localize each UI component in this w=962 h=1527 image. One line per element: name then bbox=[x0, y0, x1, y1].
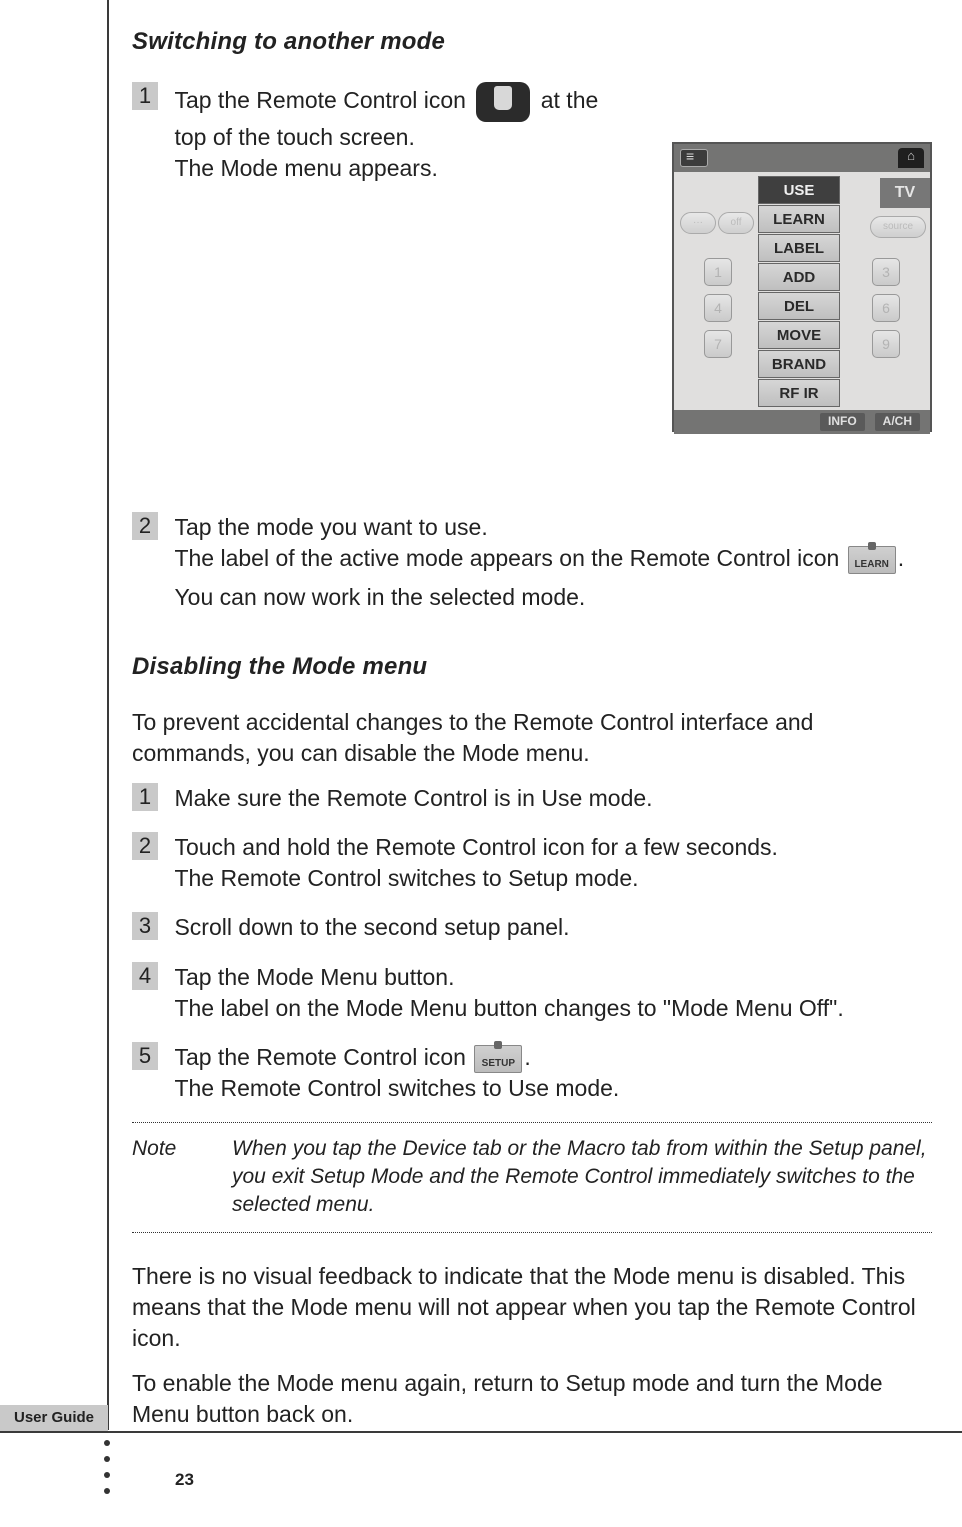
figure-bottombar: INFO A/CH bbox=[674, 410, 930, 434]
step-number: 3 bbox=[132, 912, 158, 940]
page-content: Switching to another mode 1 Tap the Remo… bbox=[132, 28, 932, 1444]
mode-menu-figure: ⌂ TV ··· off source USE LEARN LABEL ADD … bbox=[672, 142, 932, 432]
keypad-9: 9 bbox=[872, 330, 900, 358]
home-icon: ⌂ bbox=[898, 148, 924, 168]
softkey-info: INFO bbox=[820, 413, 865, 431]
vertical-rule bbox=[107, 0, 109, 1430]
step-text: Make sure the Remote Control is in Use m… bbox=[174, 783, 914, 814]
pill-left-1: ··· bbox=[680, 212, 716, 234]
keypad-7: 7 bbox=[704, 330, 732, 358]
setup-icon: SETUP bbox=[474, 1045, 522, 1073]
step-number: 2 bbox=[132, 832, 158, 860]
step-text: Tap the Remote Control icon at the top o… bbox=[174, 82, 604, 184]
closing-para-2: To enable the Mode menu again, return to… bbox=[132, 1368, 932, 1430]
note-top-rule bbox=[132, 1122, 932, 1123]
step-number: 1 bbox=[132, 82, 158, 110]
keypad-6: 6 bbox=[872, 294, 900, 322]
disable-step-2: 2 Touch and hold the Remote Control icon… bbox=[132, 832, 932, 894]
mode-del: DEL bbox=[758, 292, 840, 320]
device-tv-label: TV bbox=[880, 178, 930, 208]
mode-use: USE bbox=[758, 176, 840, 204]
remote-control-icon bbox=[476, 82, 530, 122]
keypad-4: 4 bbox=[704, 294, 732, 322]
keypad-1: 1 bbox=[704, 258, 732, 286]
step-number: 2 bbox=[132, 512, 158, 540]
section-disabling: Disabling the Mode menu To prevent accid… bbox=[132, 653, 932, 1430]
mode-learn: LEARN bbox=[758, 205, 840, 233]
step-text: Scroll down to the second setup panel. bbox=[174, 912, 914, 943]
mode-brand: BRAND bbox=[758, 350, 840, 378]
figure-topbar: ⌂ bbox=[674, 144, 930, 172]
step-number: 5 bbox=[132, 1042, 158, 1070]
menu-icon bbox=[680, 149, 708, 167]
note-bottom-rule bbox=[132, 1232, 932, 1233]
closing-para-1: There is no visual feedback to indicate … bbox=[132, 1261, 932, 1354]
footer-dots bbox=[104, 1440, 110, 1494]
step-text: Touch and hold the Remote Control icon f… bbox=[174, 832, 914, 894]
learn-icon: LEARN bbox=[848, 546, 896, 574]
page-number: 23 bbox=[175, 1470, 194, 1490]
mode-move: MOVE bbox=[758, 321, 840, 349]
disable-step-1: 1 Make sure the Remote Control is in Use… bbox=[132, 783, 932, 814]
disable-step-4: 4 Tap the Mode Menu button. The label on… bbox=[132, 962, 932, 1024]
pill-source: source bbox=[870, 216, 926, 238]
pill-left-2: off bbox=[718, 212, 754, 234]
section-title-switching: Switching to another mode bbox=[132, 28, 932, 56]
note-block: Note When you tap the Device tab or the … bbox=[132, 1131, 932, 1224]
softkey-ach: A/CH bbox=[875, 413, 920, 431]
horizontal-rule bbox=[0, 1431, 962, 1433]
footer-tab: User Guide bbox=[0, 1405, 108, 1431]
step-number: 1 bbox=[132, 783, 158, 811]
figure-mode-menu: USE LEARN LABEL ADD DEL MOVE BRAND RF IR bbox=[758, 176, 840, 408]
note-text: When you tap the Device tab or the Macro… bbox=[232, 1135, 932, 1220]
step-text: Tap the Remote Control icon SETUP. The R… bbox=[174, 1042, 914, 1104]
figure-main: TV ··· off source USE LEARN LABEL ADD DE… bbox=[674, 172, 930, 410]
note-label: Note bbox=[132, 1135, 192, 1220]
step-text: Tap the mode you want to use. The label … bbox=[174, 512, 914, 613]
mode-add: ADD bbox=[758, 263, 840, 291]
mode-rf-ir: RF IR bbox=[758, 379, 840, 407]
mode-label: LABEL bbox=[758, 234, 840, 262]
step-text: Tap the Mode Menu button. The label on t… bbox=[174, 962, 914, 1024]
section-title-disabling: Disabling the Mode menu bbox=[132, 653, 932, 681]
step-number: 4 bbox=[132, 962, 158, 990]
disable-step-3: 3 Scroll down to the second setup panel. bbox=[132, 912, 932, 943]
disable-step-5: 5 Tap the Remote Control icon SETUP. The… bbox=[132, 1042, 932, 1104]
keypad-3: 3 bbox=[872, 258, 900, 286]
step-2: 2 Tap the mode you want to use. The labe… bbox=[132, 512, 932, 613]
section-intro: To prevent accidental changes to the Rem… bbox=[132, 707, 932, 769]
